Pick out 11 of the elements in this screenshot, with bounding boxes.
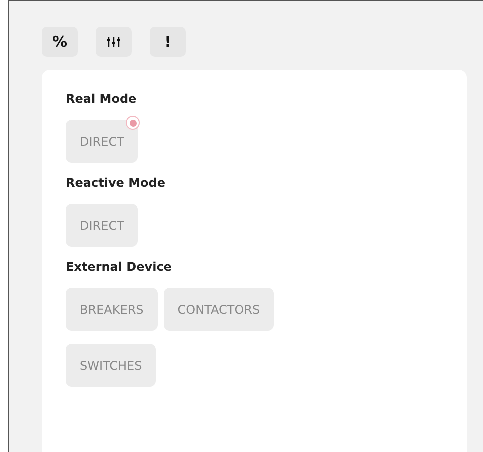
option-button[interactable]: DIRECT (66, 204, 138, 247)
option-button[interactable]: SWITCHES (66, 344, 156, 387)
option-button[interactable]: CONTACTORS (164, 288, 274, 331)
section-title: Real Mode (66, 92, 138, 106)
toolbar-button[interactable]: % (42, 27, 78, 57)
toolbar-button[interactable] (96, 27, 132, 57)
section-title: Reactive Mode (66, 176, 166, 190)
sliders-icon (107, 37, 121, 47)
section-title: External Device (66, 260, 173, 274)
toolbar-button[interactable]: ! (150, 27, 186, 57)
option-button[interactable]: BREAKERS (66, 288, 158, 331)
